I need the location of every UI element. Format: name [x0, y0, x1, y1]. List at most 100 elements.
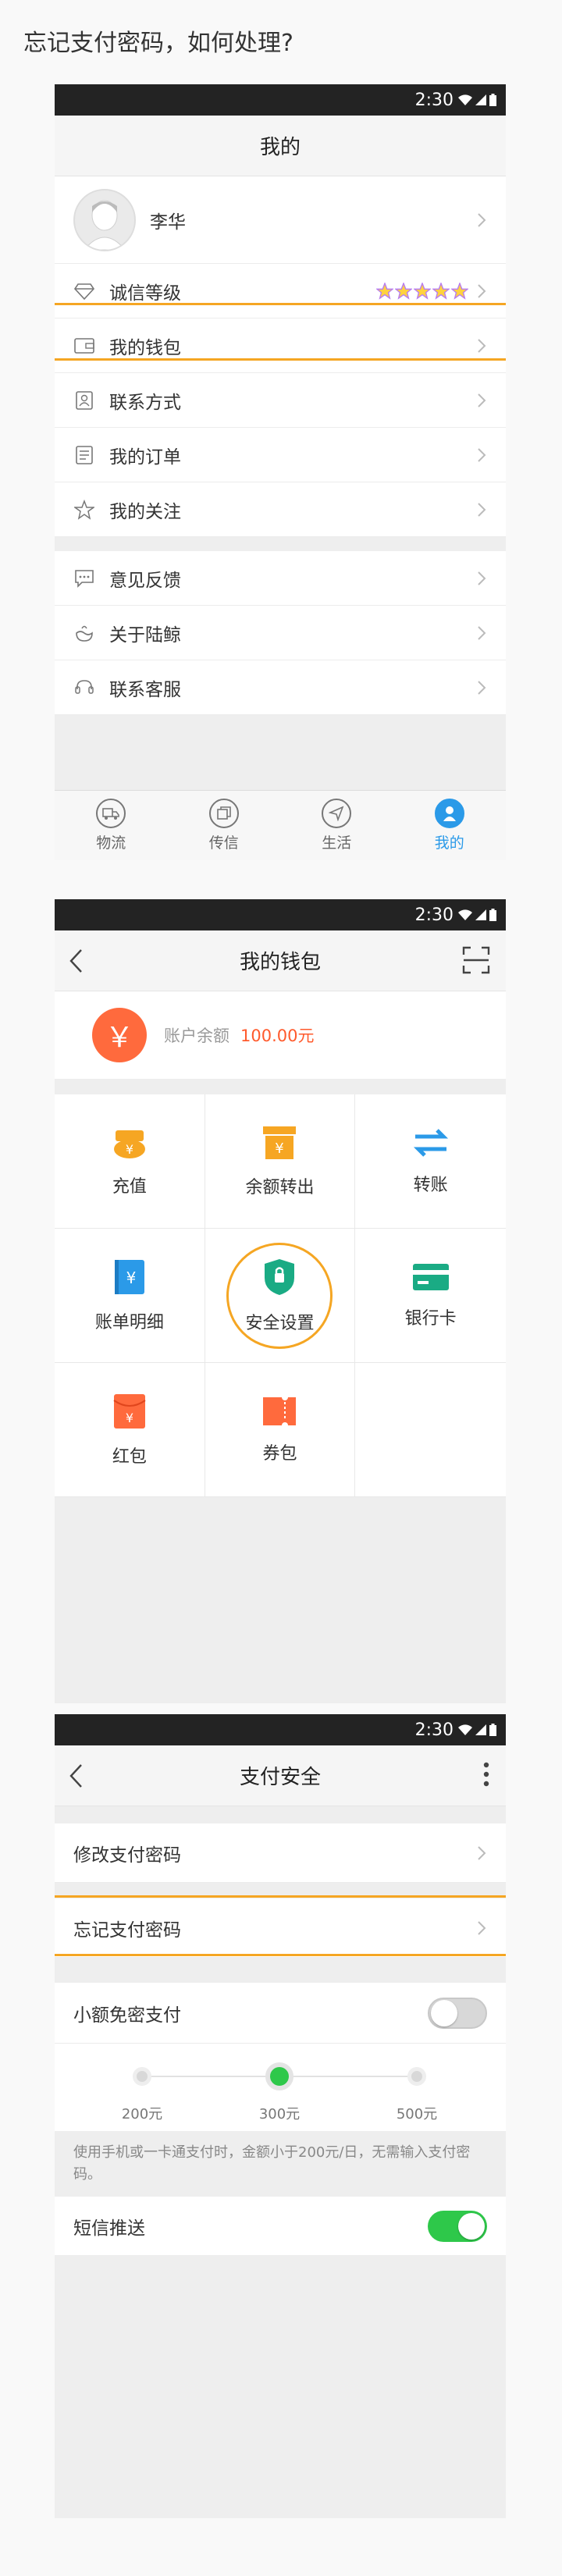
- sms-row: 短信推送: [55, 2197, 506, 2256]
- signal-icon: [475, 1724, 486, 1735]
- diamond-icon: [74, 283, 94, 300]
- grid-item-security[interactable]: 安全设置: [205, 1229, 356, 1363]
- coupon-icon: [263, 1395, 297, 1427]
- whale-icon: [76, 625, 93, 642]
- menu-item-label: 我的订单: [109, 447, 181, 468]
- more-vertical-icon[interactable]: [482, 1761, 490, 1788]
- tab-label: 传信: [208, 834, 239, 852]
- signal-icon: [475, 909, 486, 920]
- tab-label: 生活: [322, 834, 352, 852]
- menu-item-label: 关于陆鲸: [109, 624, 181, 646]
- user-icon: [443, 806, 456, 821]
- back-arrow-icon[interactable]: [69, 1763, 84, 1789]
- grid-item-label: 账单明细: [94, 1312, 164, 1332]
- svg-text:¥: ¥: [126, 1411, 133, 1425]
- menu-item-feedback[interactable]: 意见反馈: [55, 551, 506, 606]
- menu-item-label: 诚信等级: [109, 283, 181, 304]
- feedback-icon: [75, 569, 94, 588]
- grid-item-label: 银行卡: [404, 1308, 457, 1329]
- menu-item-contact[interactable]: 联系方式: [55, 373, 506, 428]
- slider-label: 200元: [121, 2106, 163, 2122]
- wallet-grid: ¥ 充值 ¥ 余额转出 转账 ¥ 账单明细 安全设置 银行卡 ¥ 红包 券包: [55, 1094, 506, 1497]
- status-bar: 2:30: [55, 1714, 506, 1745]
- grid-item-recharge[interactable]: ¥ 充值: [55, 1094, 205, 1229]
- tab-message[interactable]: 传信: [168, 791, 281, 860]
- tab-label: 我的: [434, 834, 464, 852]
- wifi-icon: [458, 909, 472, 920]
- toggle-knob: [431, 1999, 457, 2026]
- section-divider: [55, 1806, 506, 1823]
- nav-bar: 我的钱包: [55, 930, 506, 991]
- status-bar: 2:30: [55, 84, 506, 116]
- chevron-right-icon: [478, 283, 486, 298]
- screen-profile: 2:30 我的 李华 诚信等级 我的钱包 联系方式 我的订单 我的关注 意见反馈…: [55, 84, 506, 860]
- battery-icon: [489, 94, 496, 106]
- star-rating-icon: [451, 282, 468, 300]
- bill-icon: ¥: [114, 1259, 144, 1294]
- svg-text:¥: ¥: [126, 1142, 133, 1157]
- balance-card: ￥ 账户余额 100.00元: [55, 991, 506, 1079]
- star-rating-icon: [414, 282, 431, 300]
- service-icon: [75, 679, 94, 694]
- status-time: 2:30: [414, 905, 454, 925]
- scan-icon[interactable]: [462, 946, 490, 974]
- chevron-right-icon: [478, 625, 486, 640]
- menu-item-orders[interactable]: 我的订单: [55, 428, 506, 482]
- grid-item-bill[interactable]: ¥ 账单明细: [55, 1229, 205, 1363]
- grid-item-coupon[interactable]: 券包: [205, 1363, 356, 1497]
- bank-card-icon: [412, 1263, 449, 1290]
- menu-item-label: 联系客服: [109, 679, 181, 700]
- page-title: 我的: [259, 136, 301, 159]
- amount-slider[interactable]: 200元 300元 500元: [55, 2044, 506, 2131]
- grid-item-label: 充值: [112, 1176, 147, 1197]
- page-title: 支付安全: [239, 1766, 321, 1789]
- grid-item-red-packet[interactable]: ¥ 红包: [55, 1363, 205, 1497]
- nav-bar: 我的: [55, 116, 506, 176]
- grid-item-withdraw[interactable]: ¥ 余额转出: [205, 1094, 356, 1229]
- red-packet-icon: ¥: [113, 1393, 146, 1429]
- chevron-right-icon: [478, 502, 486, 517]
- slider-stop-300[interactable]: [265, 2062, 293, 2090]
- yen-icon: ￥: [92, 1008, 147, 1062]
- back-arrow-icon[interactable]: [69, 948, 84, 974]
- menu-item-follow[interactable]: 我的关注: [55, 482, 506, 537]
- highlight-security: [226, 1242, 333, 1349]
- grid-item-label: 券包: [262, 1443, 297, 1464]
- svg-text:¥: ¥: [126, 1268, 136, 1287]
- user-name: 李华: [150, 212, 186, 233]
- menu-item-about[interactable]: 关于陆鲸: [55, 606, 506, 660]
- contact-icon: [76, 390, 93, 410]
- profile-row[interactable]: 李华: [55, 176, 506, 264]
- tab-label: 物流: [96, 834, 126, 852]
- recharge-icon: ¥: [113, 1130, 145, 1158]
- status-time: 2:30: [414, 90, 454, 110]
- grid-item-bank-card[interactable]: 银行卡: [355, 1229, 506, 1363]
- small-amount-row: 小额免密支付: [55, 1983, 506, 2044]
- grid-item-label: 转账: [413, 1175, 448, 1195]
- compass-icon: [329, 806, 344, 821]
- tab-life[interactable]: 生活: [280, 791, 393, 860]
- section-divider: [55, 537, 506, 551]
- nav-bar: 支付安全: [55, 1745, 506, 1806]
- grid-item-transfer[interactable]: 转账: [355, 1094, 506, 1229]
- svg-text:¥: ¥: [276, 1140, 284, 1157]
- slider-label: 500元: [396, 2106, 438, 2122]
- grid-item-label: 红包: [112, 1446, 147, 1467]
- tab-mine[interactable]: 我的: [393, 791, 507, 860]
- wifi-icon: [458, 1724, 472, 1735]
- small-amount-toggle[interactable]: [428, 1997, 487, 2029]
- slider-stop-200[interactable]: [133, 2067, 151, 2086]
- tab-logistics[interactable]: 物流: [55, 791, 168, 860]
- menu-item-service[interactable]: 联系客服: [55, 660, 506, 715]
- wifi-icon: [458, 94, 472, 105]
- slider-stop-500[interactable]: [407, 2067, 426, 2086]
- grid-item-label: 余额转出: [245, 1177, 315, 1197]
- status-bar: 2:30: [55, 899, 506, 930]
- avatar: [73, 188, 136, 251]
- sms-toggle[interactable]: [428, 2210, 487, 2242]
- rating-stars: [376, 282, 468, 300]
- change-password-row[interactable]: 修改支付密码: [55, 1823, 506, 1883]
- star-rating-icon: [395, 282, 412, 300]
- truck-icon: [102, 808, 120, 820]
- balance-label: 账户余额: [164, 1026, 229, 1045]
